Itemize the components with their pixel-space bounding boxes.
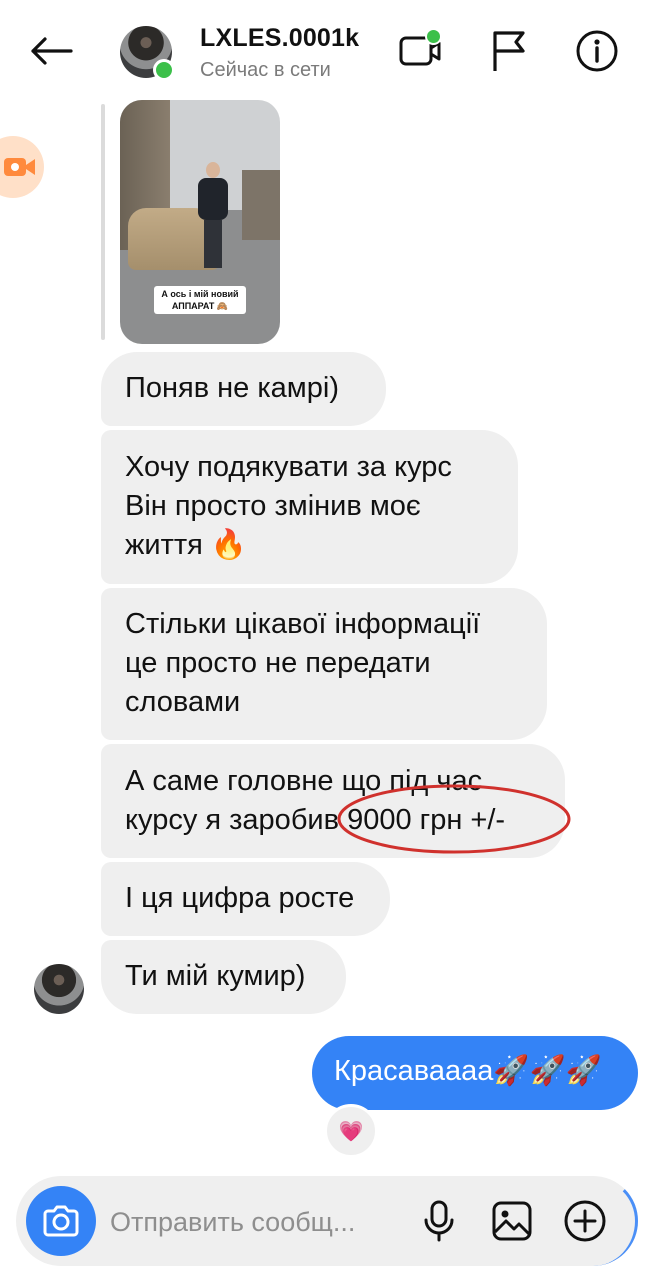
gallery-button[interactable]: [487, 1196, 537, 1246]
story-building: [242, 170, 280, 240]
camera-icon: [43, 1205, 79, 1237]
flag-icon: [493, 31, 525, 71]
message-bubble[interactable]: Поняв не камрі): [101, 352, 386, 426]
info-icon: [576, 30, 618, 72]
online-indicator: [153, 59, 175, 81]
report-flag-button[interactable]: [484, 26, 534, 76]
contact-name[interactable]: LXLES.0001k: [200, 24, 359, 53]
sender-avatar[interactable]: [34, 964, 84, 1014]
sent-message-bubble[interactable]: Красаваааа🚀🚀🚀: [312, 1036, 638, 1110]
video-camera-icon: [4, 158, 35, 176]
back-arrow-icon: [31, 37, 73, 65]
story-person: [198, 162, 228, 282]
message-bubble[interactable]: Хочу подякувати за курс Він просто зміни…: [101, 430, 518, 584]
heart-reaction[interactable]: 💗: [324, 1104, 378, 1158]
contact-status: Сейчас в сети: [200, 59, 331, 81]
info-button[interactable]: [572, 26, 622, 76]
message-bubble[interactable]: І ця цифра росте: [101, 862, 390, 936]
message-input[interactable]: [108, 1196, 407, 1248]
more-options-button[interactable]: [560, 1196, 610, 1246]
camera-button[interactable]: [26, 1186, 96, 1256]
story-caption: А ось і мій новий АППАРАТ 🙈: [154, 286, 246, 314]
message-bubble[interactable]: А саме головне що під час курсу я зароби…: [101, 744, 565, 858]
message-bubble[interactable]: Ти мій кумир): [101, 940, 346, 1014]
back-button[interactable]: [26, 26, 76, 76]
story-thumbnail[interactable]: А ось і мій новий АППАРАТ 🙈: [120, 100, 280, 344]
video-call-button[interactable]: [396, 26, 446, 76]
story-reply-bar: [101, 104, 105, 340]
video-online-dot: [425, 28, 442, 45]
floating-video-chat-button[interactable]: [0, 136, 44, 198]
chat-header: LXLES.0001k Сейчас в сети: [0, 0, 654, 100]
voice-message-button[interactable]: [414, 1196, 464, 1246]
gallery-icon: [492, 1201, 532, 1241]
message-bubble[interactable]: Стільки цікавої інформації це просто не …: [101, 588, 547, 740]
plus-icon: [564, 1200, 606, 1242]
microphone-icon: [424, 1200, 454, 1242]
